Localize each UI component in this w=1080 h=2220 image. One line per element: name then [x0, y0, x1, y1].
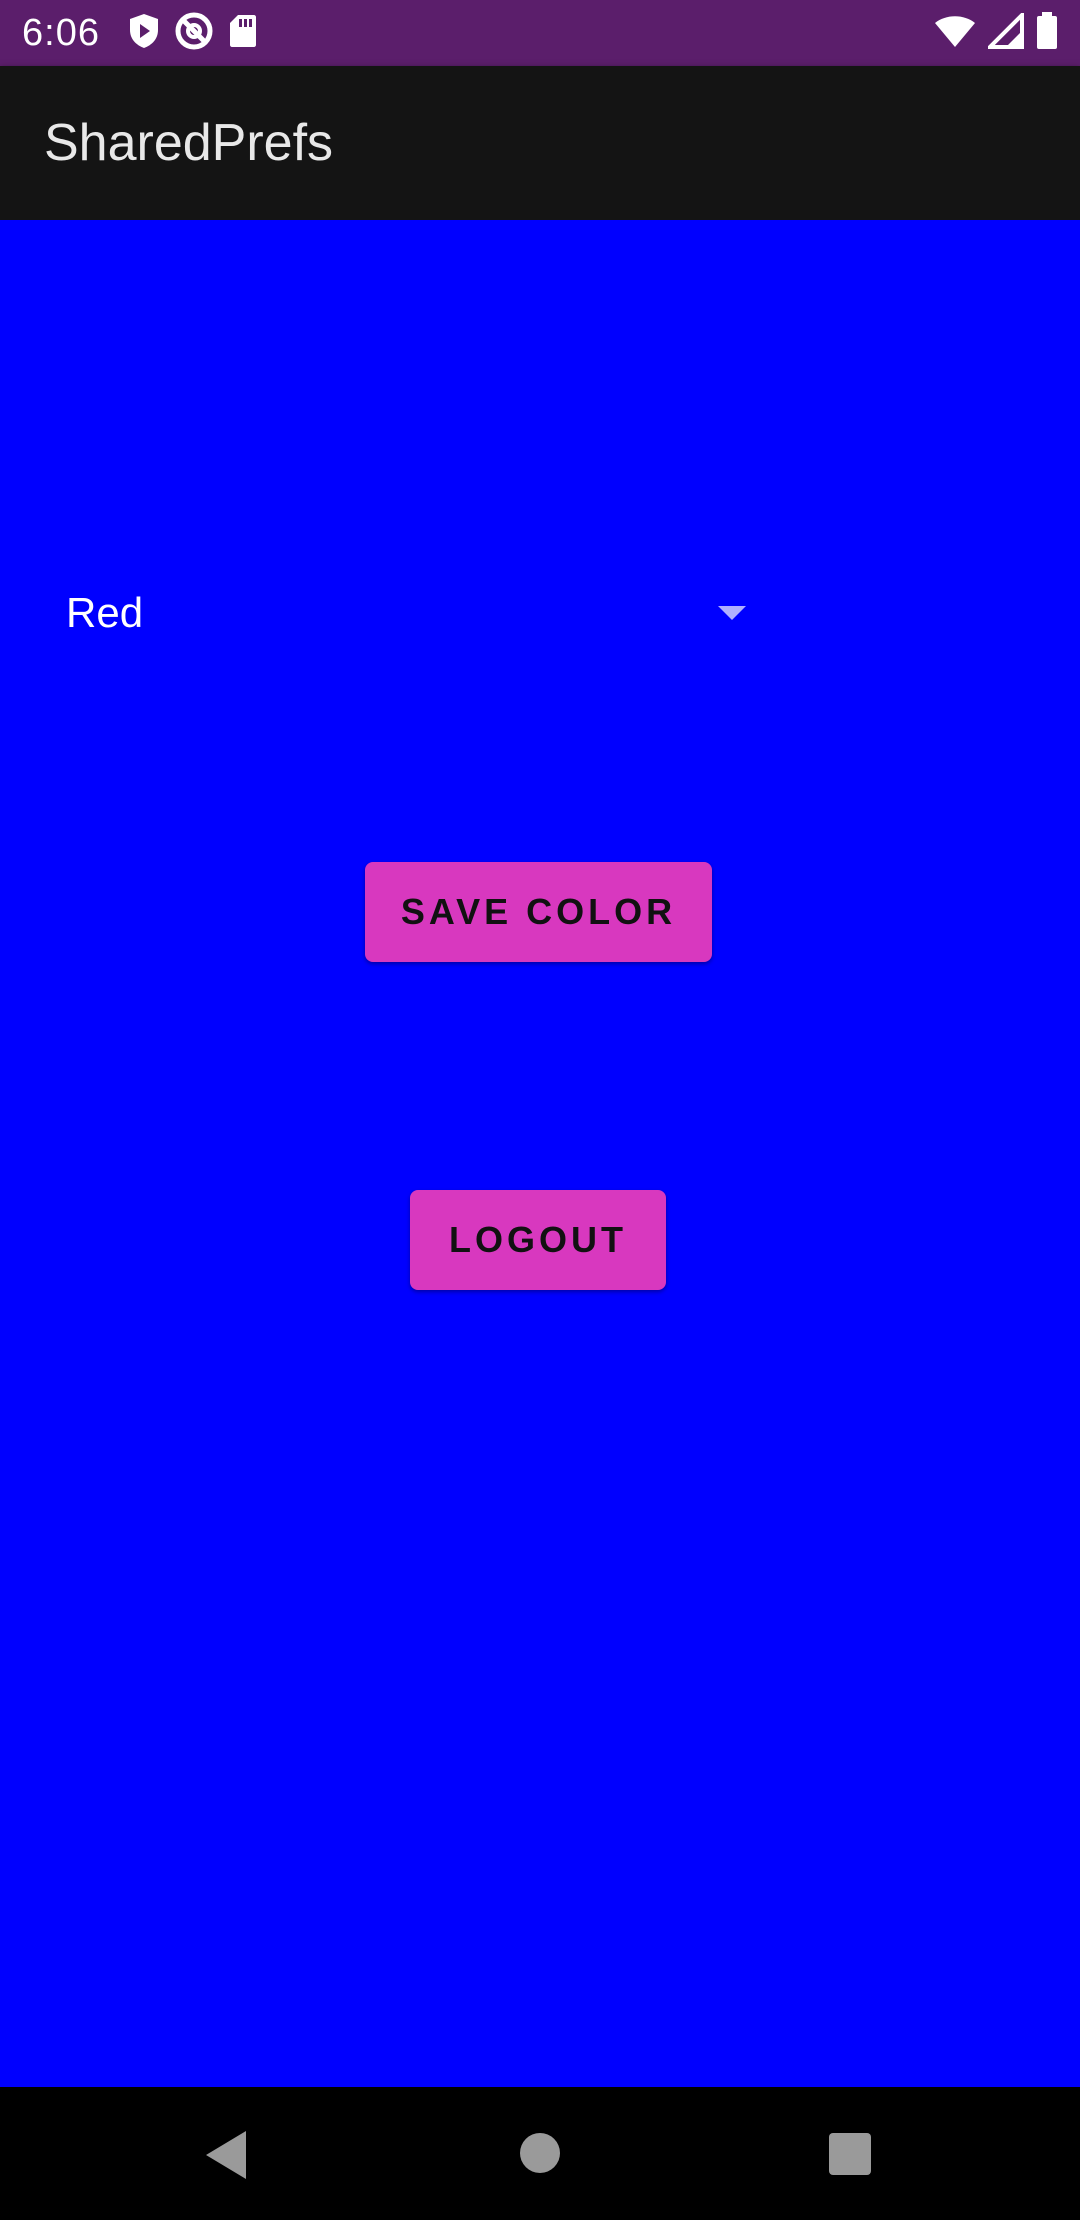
battery-icon — [1036, 11, 1058, 55]
signal-icon — [985, 9, 1024, 54]
app-title: SharedPrefs — [44, 114, 334, 172]
recents-icon[interactable] — [829, 2133, 871, 2175]
color-spinner[interactable]: Red — [44, 538, 764, 688]
navigation-bar — [0, 2087, 1080, 2220]
shield-play-icon — [128, 13, 160, 54]
app-bar: SharedPrefs — [0, 66, 1080, 220]
home-icon[interactable] — [520, 2133, 560, 2173]
sd-card-icon — [228, 13, 258, 54]
dropdown-arrow-icon — [718, 606, 746, 620]
logout-button[interactable]: LOGOUT — [410, 1190, 666, 1290]
status-notification-icons — [128, 12, 258, 54]
status-system-icons — [934, 9, 1058, 55]
main-content: Red SAVE COLOR LOGOUT — [0, 220, 1080, 2087]
wifi-icon — [934, 14, 976, 53]
back-icon[interactable] — [206, 2131, 246, 2179]
spinner-selected-value: Red — [66, 589, 144, 636]
status-bar: 6:06 — [0, 0, 1080, 66]
save-color-button[interactable]: SAVE COLOR — [365, 862, 712, 962]
no-sim-icon — [174, 11, 214, 56]
status-time: 6:06 — [22, 12, 100, 54]
